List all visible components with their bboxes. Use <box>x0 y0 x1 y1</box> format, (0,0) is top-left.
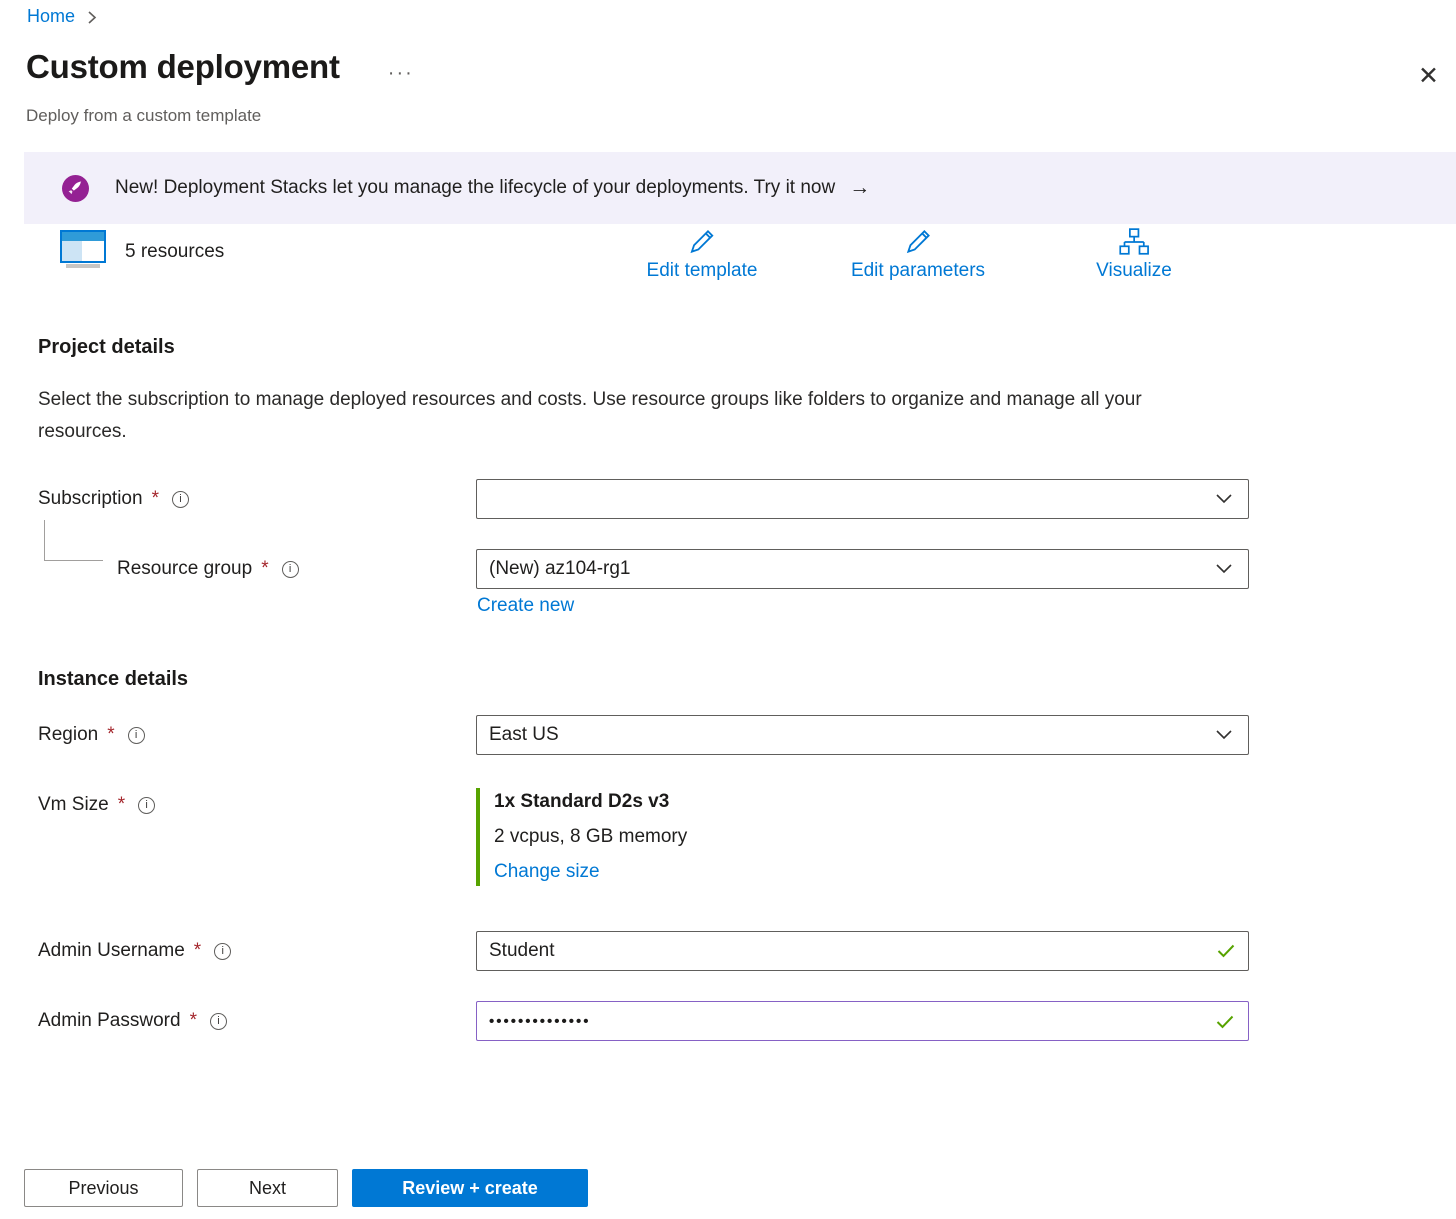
info-icon[interactable]: i <box>138 797 155 814</box>
vm-size-label: Vm Size * i <box>38 794 155 816</box>
resource-count: 5 resources <box>125 241 224 263</box>
create-new-link[interactable]: Create new <box>477 595 574 617</box>
title-row: Custom deployment ··· <box>26 48 414 86</box>
chevron-down-icon <box>1216 564 1232 574</box>
previous-button[interactable]: Previous <box>24 1169 183 1207</box>
subscription-label: Subscription * i <box>38 488 189 510</box>
project-details-description: Select the subscription to manage deploy… <box>38 384 1188 448</box>
page-title: Custom deployment <box>26 48 340 86</box>
visualize-label: Visualize <box>1096 260 1172 281</box>
breadcrumb: Home <box>27 6 97 27</box>
admin-username-field-wrapper <box>476 931 1249 971</box>
vm-size-selection: 1x Standard D2s v3 2 vcpus, 8 GB memory … <box>476 788 687 886</box>
resource-group-value: (New) az104-rg1 <box>489 558 631 580</box>
region-label: Region * i <box>38 724 145 746</box>
info-icon[interactable]: i <box>282 561 299 578</box>
project-details-heading: Project details <box>38 336 175 359</box>
edit-template-button[interactable]: Edit template <box>641 226 764 283</box>
arrow-right-icon: → <box>849 176 870 200</box>
template-bar: 5 resources Edit template Edit parameter… <box>0 224 1456 304</box>
region-value: East US <box>489 724 559 746</box>
hierarchy-icon <box>1119 227 1149 257</box>
resource-group-select[interactable]: (New) az104-rg1 <box>476 549 1249 589</box>
page-subtitle: Deploy from a custom template <box>26 106 261 126</box>
vm-size-name: 1x Standard D2s v3 <box>494 791 687 813</box>
edit-parameters-button[interactable]: Edit parameters <box>845 226 991 283</box>
valid-check-icon <box>1217 944 1235 958</box>
admin-password-input[interactable]: •••••••••••••• <box>476 1001 1249 1041</box>
close-icon[interactable]: ✕ <box>1414 60 1443 93</box>
info-icon[interactable]: i <box>128 727 145 744</box>
required-marker: * <box>107 724 114 746</box>
pencil-icon <box>903 227 933 257</box>
edit-parameters-label: Edit parameters <box>851 260 985 281</box>
hierarchy-connector-line <box>44 520 103 561</box>
deployment-stacks-banner[interactable]: New! Deployment Stacks let you manage th… <box>24 152 1456 224</box>
admin-username-label: Admin Username * i <box>38 940 231 962</box>
change-size-link[interactable]: Change size <box>494 861 600 882</box>
instance-details-heading: Instance details <box>38 668 188 691</box>
masked-password-value: •••••••••••••• <box>489 1013 591 1030</box>
vm-size-specs: 2 vcpus, 8 GB memory <box>494 826 687 848</box>
chevron-down-icon <box>1216 730 1232 740</box>
subscription-select[interactable] <box>476 479 1249 519</box>
template-icon <box>60 230 106 275</box>
required-marker: * <box>152 488 159 510</box>
visualize-button[interactable]: Visualize <box>1090 226 1178 283</box>
valid-check-icon <box>1216 1015 1234 1029</box>
pencil-icon <box>687 227 717 257</box>
required-marker: * <box>118 794 125 816</box>
info-icon[interactable]: i <box>210 1013 227 1030</box>
required-marker: * <box>194 940 201 962</box>
required-marker: * <box>190 1010 197 1032</box>
custom-deployment-page: Home Custom deployment ··· ✕ Deploy from… <box>0 0 1456 1219</box>
admin-username-input[interactable] <box>476 931 1249 971</box>
edit-template-label: Edit template <box>647 260 758 281</box>
breadcrumb-home-link[interactable]: Home <box>27 6 75 27</box>
next-button[interactable]: Next <box>197 1169 338 1207</box>
rocket-icon <box>62 175 89 202</box>
required-marker: * <box>261 558 268 580</box>
info-icon[interactable]: i <box>172 491 189 508</box>
more-options-button[interactable]: ··· <box>388 50 414 85</box>
info-icon[interactable]: i <box>214 943 231 960</box>
resource-group-label: Resource group * i <box>117 558 299 580</box>
admin-password-label: Admin Password * i <box>38 1010 227 1032</box>
region-select[interactable]: East US <box>476 715 1249 755</box>
review-create-button[interactable]: Review + create <box>352 1169 588 1207</box>
banner-message: New! Deployment Stacks let you manage th… <box>115 177 835 199</box>
chevron-down-icon <box>1216 494 1232 504</box>
breadcrumb-chevron-icon <box>87 8 97 25</box>
